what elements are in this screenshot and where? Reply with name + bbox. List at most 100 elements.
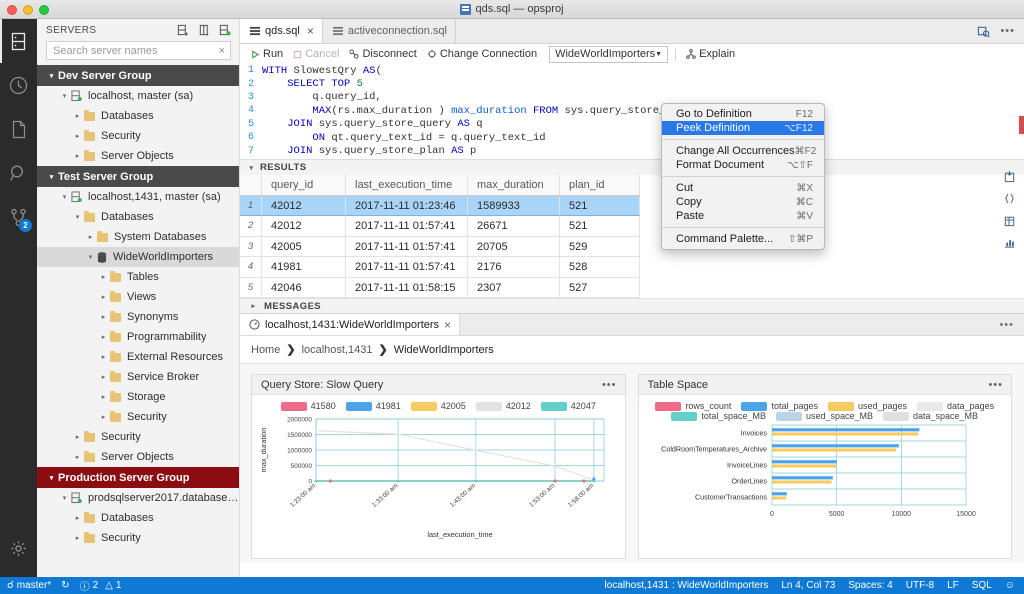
menu-item-cut[interactable]: Cut⌘X [662,181,824,195]
breadcrumb-item-server[interactable]: localhost,1431 [302,344,373,356]
tree-item-storage[interactable]: ▸Storage [37,387,239,407]
status-problems[interactable]: ⓘ 2 △ 1 [80,578,122,593]
twisty-icon[interactable]: ▾ [45,474,58,482]
tree-item-security[interactable]: ▸Security [37,126,239,146]
table-cell[interactable]: 2017-11-11 01:57:41 [346,237,468,257]
table-row[interactable]: 5420462017-11-11 01:58:152307527 [240,278,640,299]
table-row[interactable]: 3420052017-11-11 01:57:4120705529 [240,237,640,258]
twisty-icon[interactable]: ▸ [97,353,110,361]
tree-item-wideworldimporters[interactable]: ▾WideWorldImporters [37,247,239,267]
status-eol[interactable]: LF [947,580,959,591]
server-group-test-server-group[interactable]: ▾Test Server Group [37,166,239,187]
messages-header[interactable]: ▸ MESSAGES [240,298,1024,313]
table-cell[interactable]: 521 [560,196,640,216]
table-row[interactable]: 4419812017-11-11 01:57:412176528 [240,257,640,278]
twisty-icon[interactable]: ▸ [97,333,110,341]
legend-item[interactable]: data_pages [917,401,994,411]
column-header-plan-id[interactable]: plan_id [560,175,640,195]
window-controls[interactable] [7,5,49,15]
database-select[interactable]: WideWorldImporters ▼ [549,46,668,63]
legend-item[interactable]: total_space_MB [671,411,766,421]
table-cell[interactable]: 1589933 [468,196,560,216]
tree-item-prodsqlserver2017-database-windo[interactable]: ▾prodsqlserver2017.database.windo.. [37,488,239,508]
server-group-production-server-group[interactable]: ▾Production Server Group [37,467,239,488]
tree-item-databases[interactable]: ▸Databases [37,508,239,528]
table-cell[interactable]: 2017-11-11 01:57:41 [346,257,468,277]
tree-item-tables[interactable]: ▸Tables [37,267,239,287]
status-connection[interactable]: localhost,1431 : WideWorldImporters [605,580,769,591]
tree-item-system-databases[interactable]: ▸System Databases [37,227,239,247]
tab-activeconnection-sql[interactable]: activeconnection.sql [323,19,456,43]
menu-item-copy[interactable]: Copy⌘C [662,195,824,209]
feedback-smiley-icon[interactable]: ☺ [1005,580,1015,591]
search-input[interactable] [53,45,218,57]
code-text[interactable]: MAX(rs.max_duration ) max_duration FROM … [262,104,717,117]
activity-item-file[interactable] [0,107,37,151]
twisty-icon[interactable]: ▾ [45,173,58,181]
activity-item-servers[interactable] [0,19,37,63]
legend-item[interactable]: used_space_MB [776,411,873,421]
twisty-icon[interactable]: ▾ [58,494,71,502]
menu-item-peek-definition[interactable]: Peek Definition⌥F12 [662,121,824,135]
table-cell[interactable]: 527 [560,278,640,298]
close-icon[interactable]: × [444,318,451,332]
tree-item-synonyms[interactable]: ▸Synonyms [37,307,239,327]
status-cursor-position[interactable]: Ln 4, Col 73 [781,580,835,591]
status-encoding[interactable]: UTF-8 [906,580,934,591]
server-group-dev-server-group[interactable]: ▾Dev Server Group [37,65,239,86]
twisty-icon[interactable]: ▸ [97,373,110,381]
table-cell[interactable]: 42005 [262,237,346,257]
tree-item-security[interactable]: ▸Security [37,427,239,447]
add-connection-icon[interactable] [177,24,189,36]
status-sync[interactable]: ↻ [61,580,69,591]
tree-item-server-objects[interactable]: ▸Server Objects [37,146,239,166]
table-cell[interactable]: 42012 [262,216,346,236]
twisty-icon[interactable]: ▸ [71,433,84,441]
activity-item-history[interactable] [0,63,37,107]
table-row[interactable]: 2420122017-11-11 01:57:4126671521 [240,216,640,237]
connect-icon[interactable] [219,24,231,36]
table-cell[interactable]: 2176 [468,257,560,277]
twisty-icon[interactable]: ▸ [97,273,110,281]
code-text[interactable]: ON qt.query_text_id = q.query_text_id [262,132,546,144]
maximize-window-button[interactable] [39,5,49,15]
tree-item-localhost-1431-master-sa[interactable]: ▾localhost,1431, master (sa) [37,187,239,207]
code-text[interactable]: JOIN sys.query_store_plan AS p [262,145,476,157]
save-as-excel-icon[interactable] [1003,214,1016,227]
twisty-icon[interactable]: ▸ [97,413,110,421]
table-cell[interactable]: 42012 [262,196,346,216]
tree-item-databases[interactable]: ▸Databases [37,106,239,126]
twisty-icon[interactable]: ▾ [58,193,71,201]
legend-item[interactable]: data_space_MB [883,411,978,421]
twisty-icon[interactable]: ▸ [97,313,110,321]
table-cell[interactable]: 42046 [262,278,346,298]
tree-item-server-objects[interactable]: ▸Server Objects [37,447,239,467]
tree-item-security[interactable]: ▸Security [37,407,239,427]
twisty-icon[interactable]: ▾ [71,213,84,221]
more-actions-icon[interactable]: ••• [999,319,1014,331]
table-cell[interactable]: 20705 [468,237,560,257]
change-connection-button[interactable]: Change Connection [424,48,544,60]
add-server-group-icon[interactable] [198,24,210,36]
clear-search-icon[interactable]: × [218,45,226,57]
close-icon[interactable]: × [307,24,314,38]
legend-item[interactable]: 42005 [411,401,466,411]
results-grid[interactable]: query_id last_execution_time max_duratio… [240,175,640,298]
activity-item-search[interactable] [0,151,37,195]
menu-item-change-all-occurrences[interactable]: Change All Occurrences⌘F2 [662,144,824,158]
table-cell[interactable]: 529 [560,237,640,257]
twisty-icon[interactable]: ▾ [58,92,71,100]
column-header-last-execution-time[interactable]: last_execution_time [346,175,468,195]
save-as-csv-icon[interactable] [1003,170,1016,183]
twisty-icon[interactable]: ▸ [97,293,110,301]
twisty-icon[interactable]: ▸ [97,393,110,401]
twisty-icon[interactable]: ▸ [84,233,97,241]
table-cell[interactable]: 41981 [262,257,346,277]
dashboard-tab[interactable]: localhost,1431:WideWorldImporters × [240,314,460,335]
code-text[interactable]: q.query_id, [262,91,382,103]
menu-item-format-document[interactable]: Format Document⌥⇧F [662,158,824,172]
legend-item[interactable]: used_pages [828,401,907,411]
twisty-icon[interactable]: ▸ [71,514,84,522]
twisty-icon[interactable]: ▸ [71,534,84,542]
code-text[interactable]: WITH SlowestQry AS( [262,65,382,77]
